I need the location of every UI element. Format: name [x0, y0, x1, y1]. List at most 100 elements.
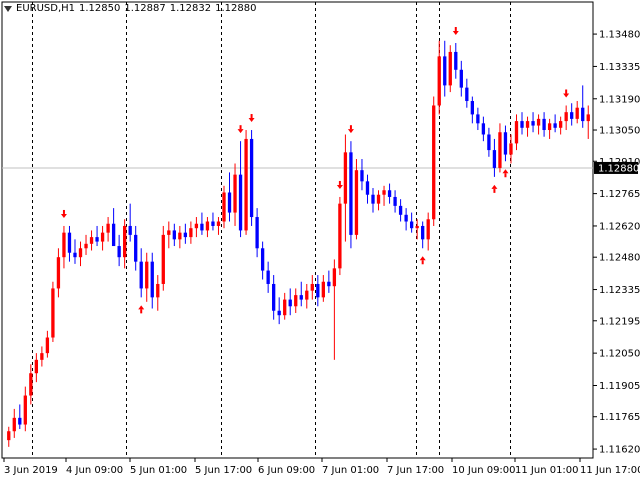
candle-body [294, 295, 298, 307]
candle-body [531, 121, 535, 126]
arrow-head [237, 129, 244, 134]
candle-body [536, 118, 541, 126]
candle-body [145, 261, 149, 289]
arrow-head [491, 184, 498, 189]
candle-body [432, 105, 436, 220]
candle-body [387, 190, 392, 197]
candle-body [360, 170, 364, 182]
y-tick-label: 1.13335 [599, 62, 640, 73]
arrow-down-icon [452, 27, 459, 36]
chevron-down-icon [4, 5, 12, 12]
candle-body [283, 299, 287, 316]
candle-body [288, 299, 292, 307]
x-tick-label: 7 Jun 01:00 [322, 465, 379, 476]
x-tick-label: 11 Jun 01:00 [515, 465, 579, 476]
candle-body [172, 230, 176, 240]
candle-body [134, 234, 138, 262]
arrow-up-icon [491, 184, 498, 193]
arrow-up-icon [138, 305, 145, 314]
arrow-head [60, 213, 67, 218]
candle-body [503, 132, 508, 155]
candle-body [581, 107, 585, 122]
candle-body [18, 417, 22, 425]
y-tick-label: 1.13050 [599, 126, 640, 137]
candle-body [514, 121, 519, 144]
candle-body [586, 114, 590, 122]
y-tick-label: 1.13480 [599, 30, 640, 41]
candle-body [194, 223, 199, 229]
candle-body [266, 270, 270, 284]
candle-body [443, 56, 447, 86]
candle-body [233, 174, 237, 213]
candle-body [128, 225, 132, 235]
arrow-head [336, 184, 343, 189]
y-tick-label: 1.13190 [599, 94, 640, 105]
candle-body [150, 261, 154, 298]
candle-body [7, 431, 11, 441]
candle-body [40, 353, 44, 360]
candle-body [272, 283, 276, 311]
chart-header: EURUSD,H1 1.12850 1.12887 1.12832 1.1288… [4, 3, 256, 14]
arrow-up-icon [502, 169, 509, 178]
candle-body [117, 246, 121, 258]
candlestick-chart[interactable]: 1.134801.133351.131901.130501.129101.127… [0, 0, 640, 480]
candle-body [415, 225, 419, 229]
arrow-head [347, 129, 354, 134]
candle-body [487, 134, 491, 151]
x-tick-label: 10 Jun 09:00 [452, 465, 516, 476]
candle-body [62, 232, 66, 258]
candle-body [321, 281, 325, 298]
low-value: 1.12832 [169, 3, 212, 14]
candle-body [470, 101, 474, 115]
arrow-head [452, 31, 459, 36]
x-tick-label: 7 Jun 17:00 [387, 465, 444, 476]
candle-body [338, 203, 342, 269]
candle-body [161, 234, 165, 284]
candle-body [316, 283, 320, 298]
candle-body [45, 337, 50, 354]
candle-body [365, 181, 370, 195]
candle-body [299, 295, 303, 300]
candle-body [12, 417, 16, 432]
candle-body [509, 143, 513, 155]
y-tick-label: 1.12620 [599, 221, 640, 232]
candle-body [305, 290, 309, 300]
chart-window[interactable]: 1.134801.133351.131901.130501.129101.127… [0, 0, 640, 480]
close-value: 1.12880 [215, 3, 257, 14]
candle-body [459, 69, 463, 88]
candle-body [376, 194, 381, 204]
candle-body [139, 261, 143, 289]
candle-body [167, 230, 171, 235]
candle-body [100, 232, 105, 242]
candle-body [520, 121, 524, 128]
candle-body [156, 283, 160, 298]
candle-body [409, 221, 414, 229]
arrow-down-icon [237, 125, 244, 134]
x-tick-label: 3 Jun 2019 [4, 465, 58, 476]
x-tick-label: 5 Jun 17:00 [195, 465, 252, 476]
candle-body [67, 232, 72, 253]
candle-body [498, 132, 502, 168]
x-tick-label: 4 Jun 09:00 [66, 465, 123, 476]
arrow-head [419, 256, 426, 261]
x-tick-label: 11 Jun 17:00 [580, 465, 640, 476]
candle-body [189, 228, 193, 238]
candle-body [426, 219, 430, 240]
candle-body [553, 123, 557, 128]
candle-body [260, 248, 265, 271]
candle-body [277, 310, 281, 316]
arrow-head [502, 169, 509, 174]
candle-body [558, 121, 563, 128]
candle-body [238, 174, 243, 231]
high-value: 1.12887 [124, 3, 166, 14]
candle-body [183, 232, 188, 238]
candle-body [84, 243, 88, 249]
candle-body [23, 395, 27, 425]
candle-body [575, 107, 579, 119]
candle-body [249, 138, 254, 218]
symbol-label: EURUSD,H1 [16, 3, 76, 14]
candle-body [89, 237, 94, 244]
candle-body [382, 190, 386, 195]
candle-body [570, 112, 574, 119]
candle-body [222, 192, 226, 222]
